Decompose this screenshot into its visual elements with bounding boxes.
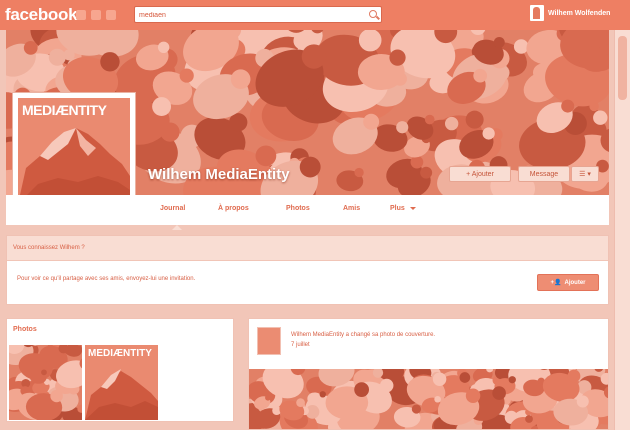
facebook-logo[interactable]: facebook [5, 5, 78, 25]
add-friend-icon: +👤 [550, 280, 562, 286]
message-button[interactable]: Message [518, 166, 570, 182]
profile-picture[interactable]: MEDIÆNTITY [12, 92, 136, 210]
thumbnail-brand: MEDIÆNTITY [88, 348, 152, 359]
scrollbar-thumb[interactable] [618, 36, 627, 100]
messages-icon[interactable] [91, 10, 101, 20]
tab-about[interactable]: À propos [218, 205, 249, 212]
add-friend-prompt-button[interactable]: +👤 Ajouter [537, 274, 599, 291]
account-name[interactable]: Wilhem Wolfenden [548, 10, 610, 17]
search-icon[interactable] [369, 10, 377, 18]
search-box [134, 6, 382, 23]
post-date[interactable]: 7 juillet [291, 340, 521, 350]
profile-name[interactable]: Wilhem MediaEntity [148, 166, 290, 183]
tab-more[interactable]: Plus [390, 205, 416, 212]
photos-box: Photos MEDIÆNTITY [6, 318, 234, 422]
pigeons-image [249, 369, 608, 429]
photo-thumbnail[interactable] [9, 345, 82, 420]
add-friend-button[interactable]: + Ajouter [449, 166, 511, 182]
friend-prompt-text: Pour voir ce qu'il partage avec ses amis… [17, 276, 196, 282]
pigeons-thumbnail [9, 345, 82, 420]
tab-journal[interactable]: Journal [160, 205, 185, 212]
account-link[interactable]: Wilhem Wolfenden [530, 5, 610, 21]
timeline-post: Wilhem MediaEntity a changé sa photo de … [248, 318, 609, 430]
active-tab-indicator [172, 225, 182, 230]
search-input[interactable] [139, 8, 359, 22]
post-header: Wilhem MediaEntity a changé sa photo de … [291, 330, 521, 350]
account-avatar[interactable] [530, 5, 544, 21]
tab-friends[interactable]: Amis [343, 205, 360, 212]
page-scrollbar[interactable] [614, 30, 630, 430]
photos-title[interactable]: Photos [13, 326, 37, 333]
top-bar: facebook Wilhem Wolfenden [0, 0, 630, 30]
notifications-icon[interactable] [106, 10, 116, 20]
friend-prompt-box: Vous connaissez Wilhem ? Pour voir ce qu… [6, 235, 609, 305]
post-avatar[interactable] [257, 327, 281, 355]
post-image[interactable] [249, 369, 608, 429]
friend-prompt-header: Vous connaissez Wilhem ? [13, 245, 85, 251]
notification-icons [76, 10, 116, 20]
tab-photos[interactable]: Photos [286, 205, 310, 212]
profile-nav: Journal À propos Photos Amis Plus [6, 195, 609, 225]
friend-requests-icon[interactable] [76, 10, 86, 20]
more-options-button[interactable]: ☰ ▾ [571, 166, 599, 182]
add-friend-prompt-label: Ajouter [564, 279, 586, 286]
post-text: Wilhem MediaEntity a changé sa photo de … [291, 332, 436, 338]
profile-picture-brand: MEDIÆNTITY [22, 102, 107, 118]
photo-thumbnail[interactable]: MEDIÆNTITY [85, 345, 158, 420]
